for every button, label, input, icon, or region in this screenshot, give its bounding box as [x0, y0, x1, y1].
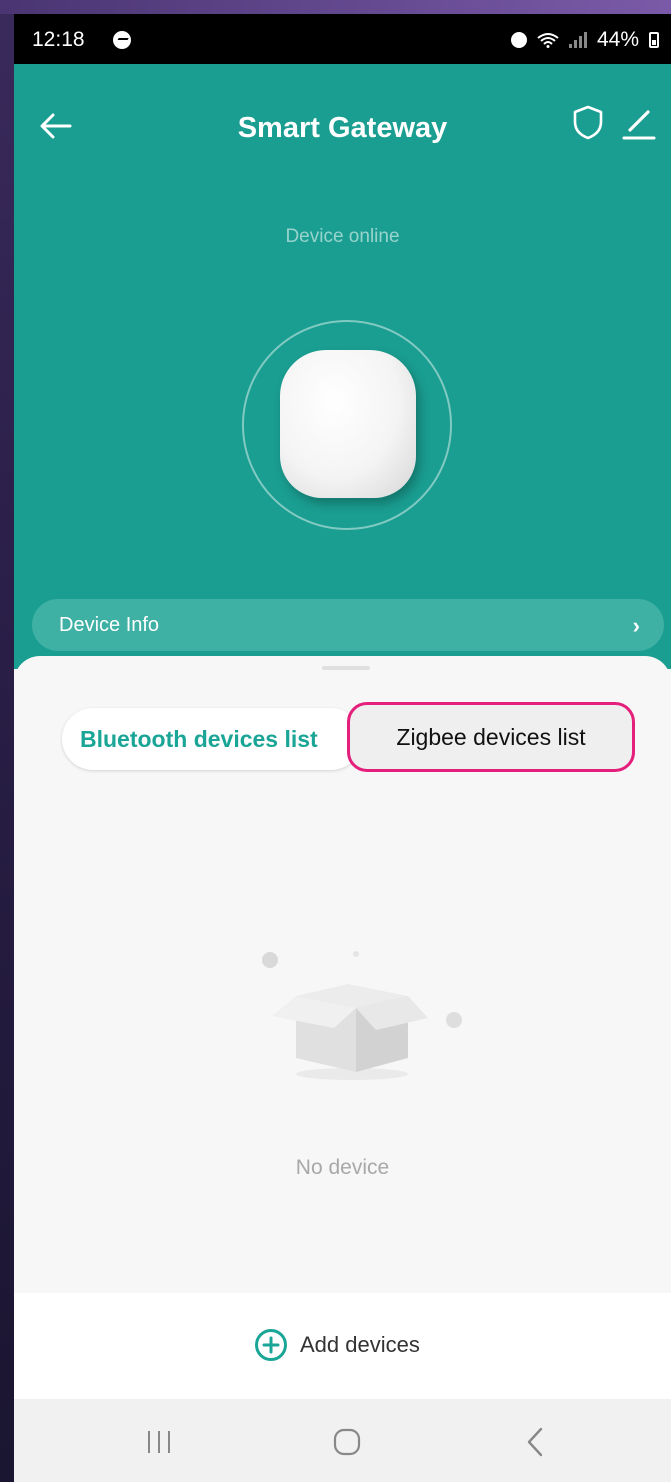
add-devices-bar: Add devices [14, 1293, 671, 1399]
system-nav-bar [14, 1399, 671, 1482]
chevron-right-icon: › [632, 613, 640, 638]
battery-icon [649, 32, 659, 48]
alarm-icon [510, 32, 527, 48]
back-icon[interactable] [522, 1425, 548, 1459]
device-status: Device online [285, 226, 400, 247]
add-devices-label: Add devices [300, 1332, 420, 1357]
device-header: Smart Gateway Device online Device Info … [14, 64, 671, 669]
recents-icon[interactable] [144, 1427, 174, 1457]
status-time: 12:18 [32, 28, 85, 51]
device-info-row[interactable]: Device Info › [32, 599, 664, 651]
phone-screen: 12:18 44% Smart Gateway Device online De… [14, 14, 671, 1482]
wifi-icon [537, 32, 559, 48]
tab-zigbee-devices[interactable]: Zigbee devices list [347, 702, 635, 772]
shield-icon[interactable] [570, 102, 606, 142]
status-bar: 12:18 44% [14, 14, 671, 64]
add-devices-button[interactable]: Add devices [254, 1325, 420, 1365]
plus-circle-icon [254, 1328, 288, 1362]
status-icons: 44% [510, 28, 659, 52]
empty-state-text: No device [295, 1156, 390, 1179]
messenger-icon [113, 31, 131, 49]
empty-box-icon [232, 946, 472, 1086]
tab-bluetooth-devices[interactable]: Bluetooth devices list [62, 708, 362, 770]
home-icon[interactable] [330, 1425, 364, 1459]
edit-pencil-icon[interactable] [618, 102, 658, 142]
gateway-device-image [280, 350, 416, 498]
signal-icon [568, 32, 587, 48]
battery-percent: 44% [596, 28, 639, 51]
drag-handle[interactable] [322, 666, 370, 670]
device-info-label: Device Info [59, 614, 160, 636]
window-frame [0, 0, 671, 14]
